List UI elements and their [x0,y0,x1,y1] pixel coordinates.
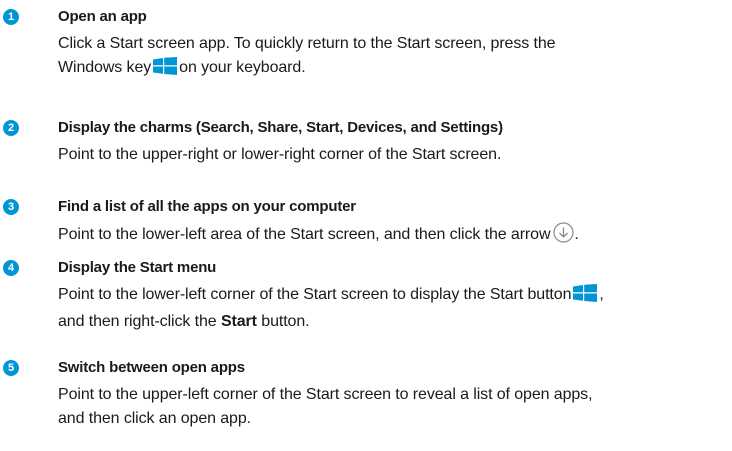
step-text: Windows key [58,59,152,76]
down-arrow-circle-icon [553,222,575,251]
step-text: , [599,286,604,303]
step-title: Find a list of all the apps on your comp… [58,198,356,215]
step-text: Point to the lower-left corner of the St… [58,286,572,303]
step-description: Point to the upper-right or lower-right … [58,143,501,167]
step-line: Point to the upper-right or lower-right … [58,146,502,163]
step-text: button. [261,313,310,330]
step-line: Point to the lower-left area of the Star… [58,222,579,251]
windows-logo-icon [573,284,598,310]
step-title: Display the Start menu [58,259,217,276]
step-text: on your keyboard. [179,59,306,76]
step-number-badge: 2 [3,120,19,136]
step-description: Point to the lower-left area of the Star… [58,222,579,251]
step-title: Open an app [58,8,147,25]
step-line: Point to the lower-left corner of the St… [58,283,604,310]
step-number-badge: 3 [3,199,19,215]
step-text: . [574,226,579,243]
start-bold-label: Start [220,313,257,330]
step-title: Switch between open apps [58,359,245,376]
step-text: and then right-click the [58,313,217,330]
step-line: Click a Start screen app. To quickly ret… [58,35,556,52]
step-text: Point to the lower-left area of the Star… [58,226,551,243]
step-description: Point to the upper-left corner of the St… [58,383,593,431]
step-number-badge: 5 [3,360,19,376]
step-line: Windows key on your keyboard. [58,56,555,83]
step-line: Point to the upper-left corner of the St… [58,386,593,403]
step-title: Display the charms (Search, Share, Start… [58,119,503,136]
windows-logo-icon [153,57,178,83]
step-number-badge: 1 [3,9,19,25]
step-line: and then click an open app. [58,410,252,427]
step-line: and then right-click the Start button. [58,310,604,334]
step-number-badge: 4 [3,260,19,276]
step-description: Point to the lower-left corner of the St… [58,283,604,334]
step-description: Click a Start screen app. To quickly ret… [58,32,556,83]
